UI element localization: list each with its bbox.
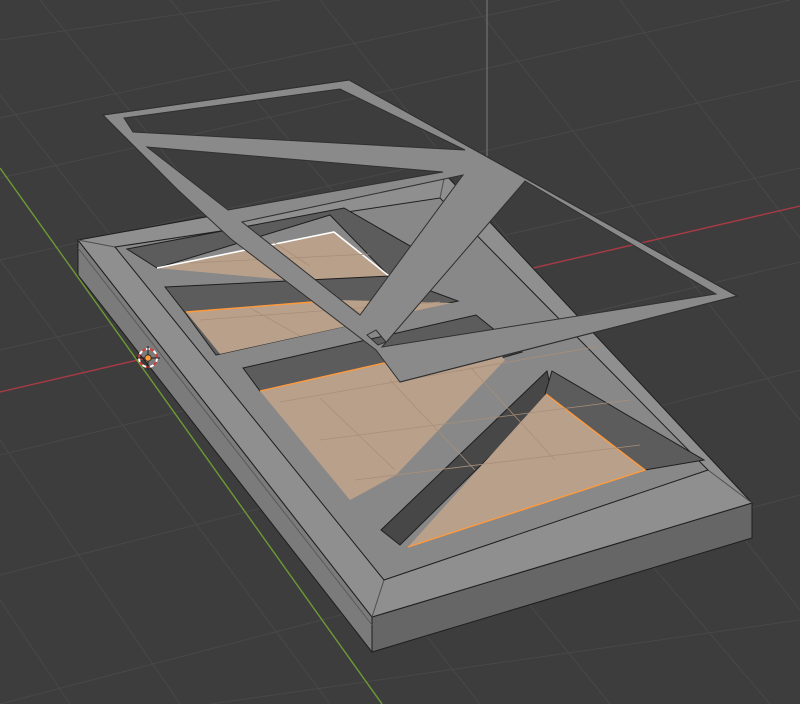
3d-viewport[interactable] xyxy=(0,0,800,704)
